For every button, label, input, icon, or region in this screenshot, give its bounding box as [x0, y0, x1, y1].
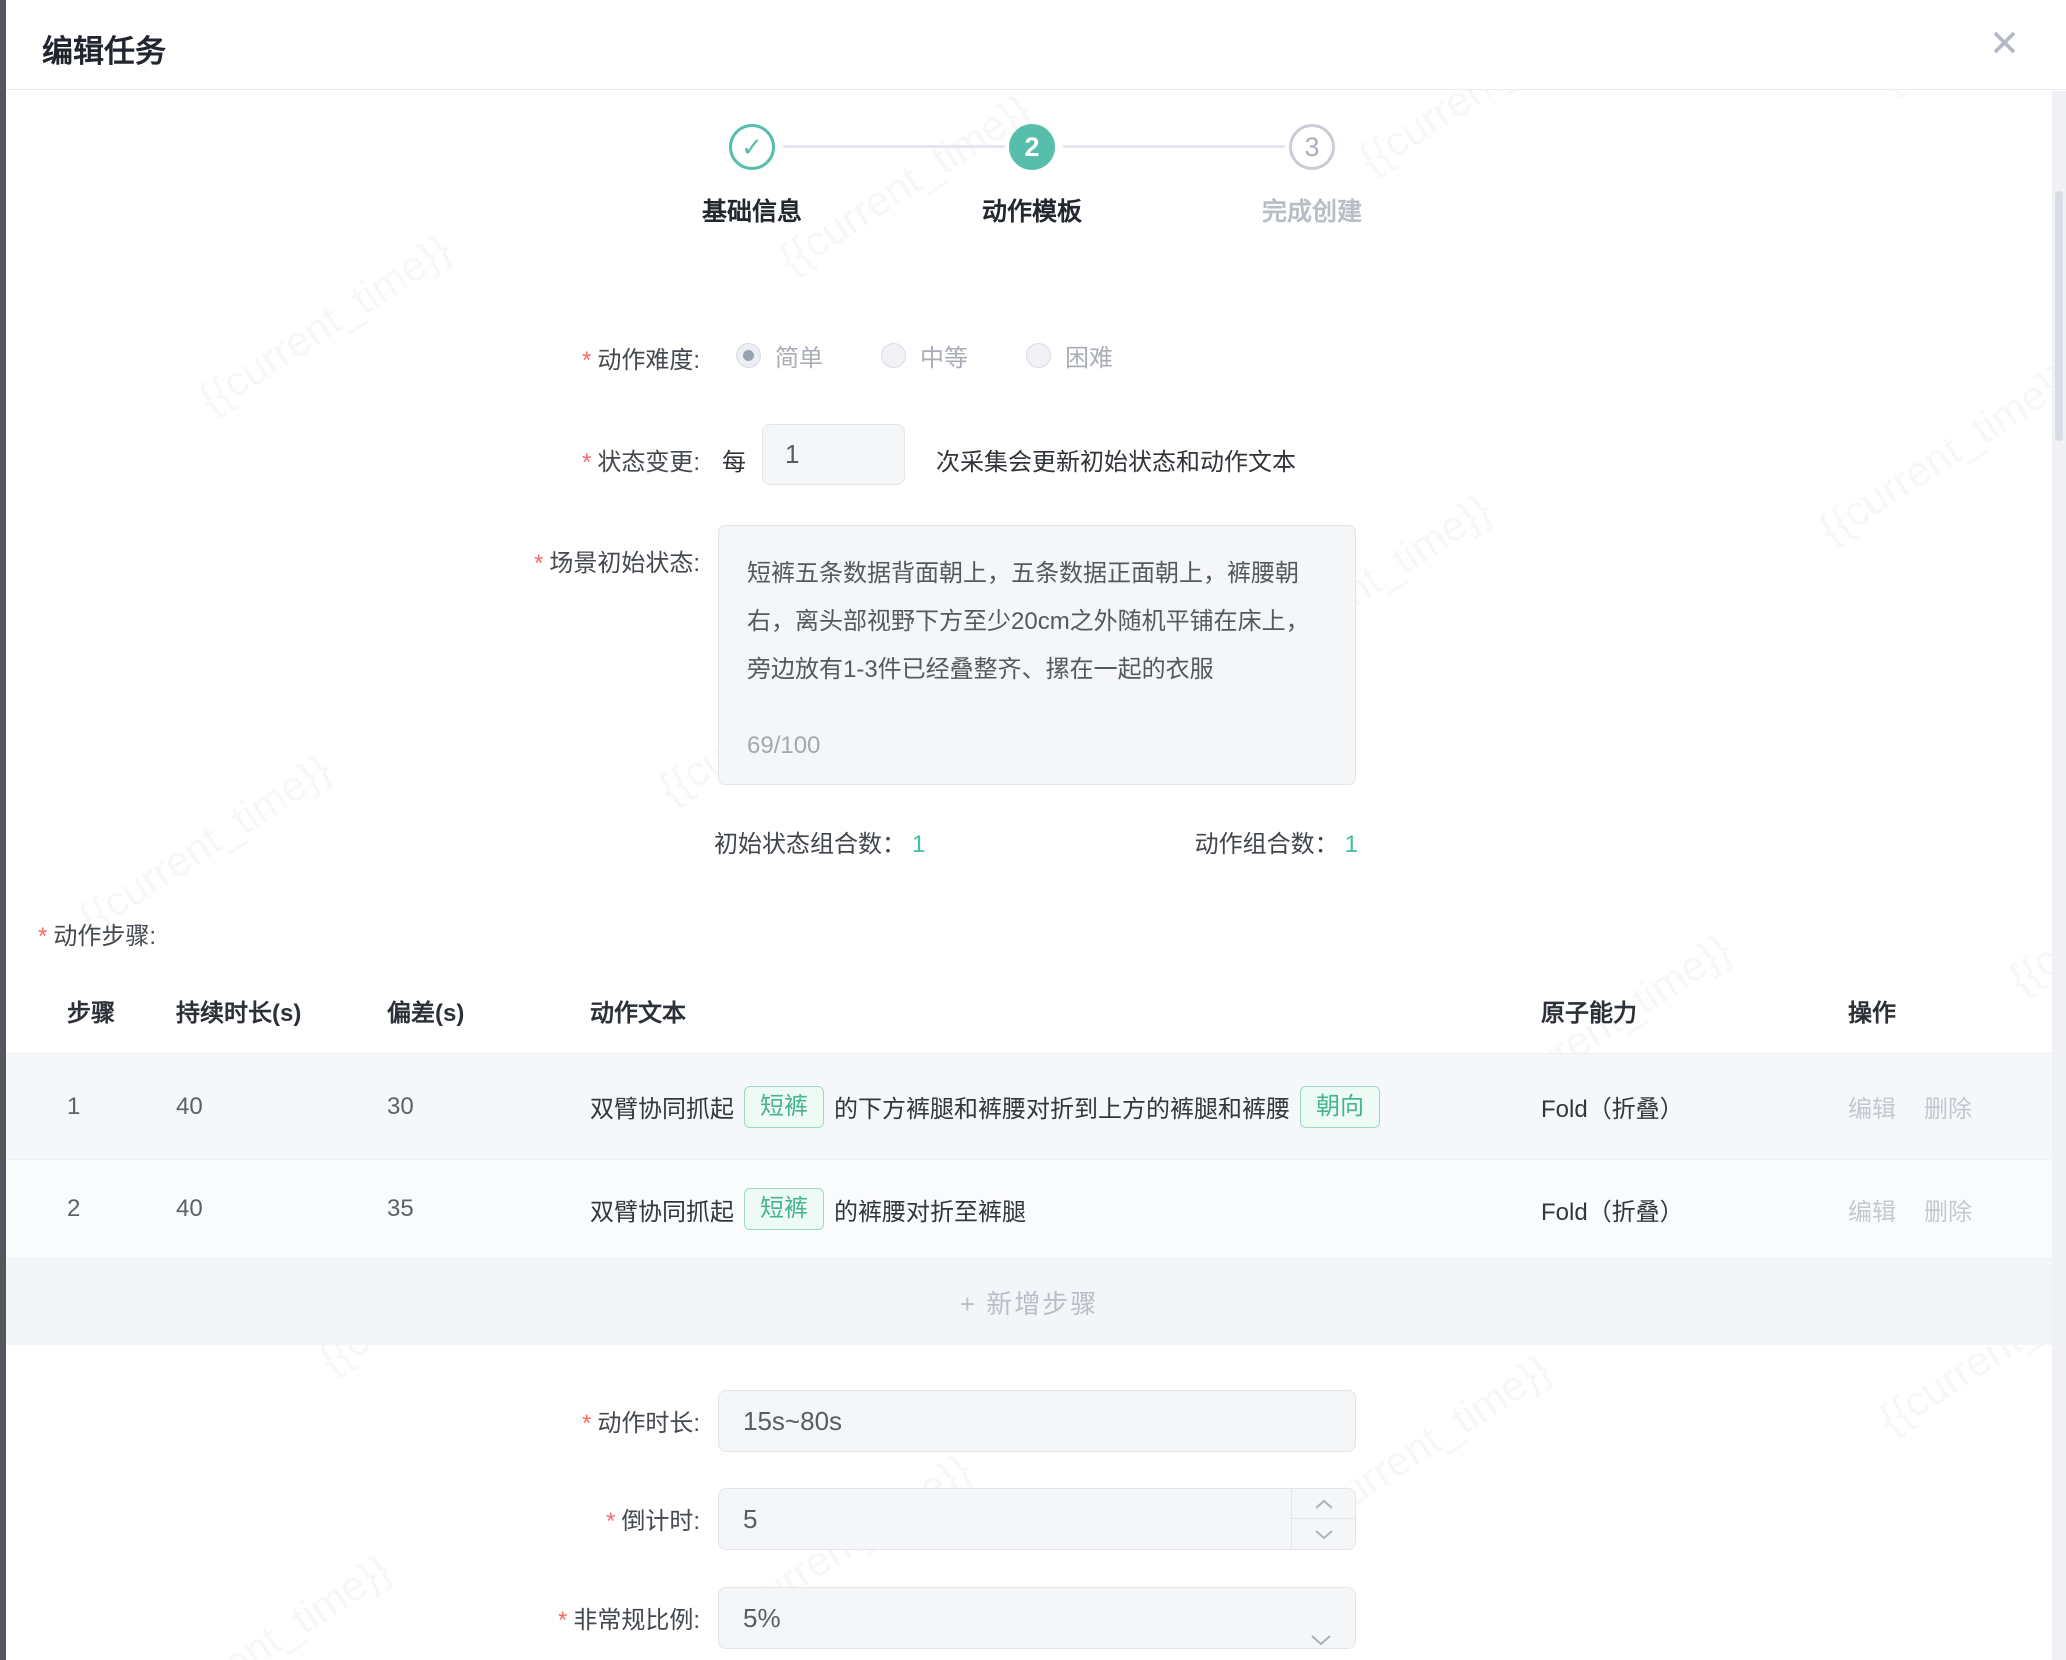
col-step: 步骤 [67, 974, 115, 1054]
col-text: 动作文本 [590, 974, 686, 1054]
initial-combo-value: 1 [912, 831, 925, 858]
cell-actions: 编辑删除 [1848, 1054, 2000, 1159]
action-text-segment: 的下方裤腿和裤腰对折到上方的裤腿和裤腰 [834, 1089, 1290, 1124]
duration-input[interactable]: 15s~80s [718, 1390, 1356, 1452]
dialog-header: 编辑任务 ✕ [6, 0, 2066, 90]
step-2-label: 动作模板 [912, 192, 1152, 228]
action-text-segment: 双臂协同抓起 [590, 1192, 734, 1227]
chevron-up-icon [1314, 1498, 1334, 1510]
close-icon[interactable]: ✕ [1989, 24, 2020, 64]
combo-counts: 初始状态组合数：1 动作组合数：1 [714, 824, 1358, 859]
dialog-title: 编辑任务 [42, 26, 166, 71]
step-3-number: 3 [1304, 132, 1319, 163]
edit-button[interactable]: 编辑 [1848, 1192, 1896, 1227]
initial-combo-count: 初始状态组合数：1 [714, 824, 925, 859]
add-step-button[interactable]: + 新增步骤 [960, 1284, 1098, 1321]
difficulty-label: *动作难度: [0, 340, 700, 375]
scrollbar-track[interactable] [2052, 91, 2066, 1660]
state-change-prefix: 每 [722, 442, 746, 477]
delete-button[interactable]: 删除 [1924, 1089, 1972, 1124]
cell-ability: Fold（折叠） [1541, 1160, 1684, 1258]
cell-actions: 编辑删除 [1848, 1160, 2000, 1258]
cell-ability: Fold（折叠） [1541, 1054, 1684, 1159]
cell-step: 1 [67, 1054, 80, 1159]
col-deviation: 偏差(s) [387, 974, 464, 1054]
cell-deviation: 30 [387, 1054, 414, 1159]
table-footer: + 新增步骤 [6, 1259, 2052, 1345]
radio-hard[interactable]: 困难 [1026, 338, 1113, 373]
step-3-circle: 3 [1289, 124, 1335, 170]
step-1-label: 基础信息 [632, 192, 872, 228]
initial-state-textarea[interactable]: 短裤五条数据背面朝上，五条数据正面朝上，裤腰朝右，离头部视野下方至少20cm之外… [718, 525, 1356, 785]
step-connector-1 [783, 145, 1005, 148]
radio-circle-icon [881, 343, 906, 368]
spinner-up-button[interactable] [1292, 1489, 1355, 1519]
radio-medium[interactable]: 中等 [881, 338, 968, 373]
unusual-rate-value: 5% [743, 1603, 781, 1633]
cell-step: 2 [67, 1160, 80, 1258]
radio-circle-icon [1026, 343, 1051, 368]
cell-action-text: 双臂协同抓起短裤的裤腰对折至裤腿 [590, 1160, 1026, 1258]
cell-duration: 40 [176, 1054, 203, 1159]
step-2-number: 2 [1024, 132, 1039, 163]
col-actions: 操作 [1848, 974, 1896, 1054]
table-row: 2 40 35 双臂协同抓起短裤的裤腰对折至裤腿 Fold（折叠） 编辑删除 [6, 1160, 2052, 1259]
countdown-input[interactable]: 5 [718, 1488, 1356, 1550]
initial-state-label: *场景初始状态: [0, 543, 700, 578]
check-icon: ✓ [741, 132, 763, 163]
countdown-value: 5 [743, 1504, 757, 1534]
steps-table-header: 步骤 持续时长(s) 偏差(s) 动作文本 原子能力 操作 [6, 974, 2052, 1054]
watermark-text: {{current_time}} [70, 745, 339, 943]
step-1-circle: ✓ [729, 124, 775, 170]
table-row: 1 40 30 双臂协同抓起短裤的下方裤腿和裤腰对折到上方的裤腿和裤腰朝向 Fold（折… [6, 1054, 2052, 1160]
initial-state-text: 短裤五条数据背面朝上，五条数据正面朝上，裤腰朝右，离头部视野下方至少20cm之外… [747, 550, 1327, 694]
cell-action-text: 双臂协同抓起短裤的下方裤腿和裤腰对折到上方的裤腿和裤腰朝向 [590, 1054, 1390, 1159]
action-combo-value: 1 [1345, 831, 1358, 858]
object-tag: 朝向 [1300, 1086, 1380, 1128]
step-3-label: 完成创建 [1192, 192, 1432, 228]
edit-task-dialog: {{current_time}} {{current_time}} {{curren… [0, 0, 2066, 1660]
action-steps-label: *动作步骤: [38, 916, 156, 951]
step-2-circle: 2 [1009, 124, 1055, 170]
countdown-label: *倒计时: [0, 1501, 700, 1536]
state-change-suffix: 次采集会更新初始状态和动作文本 [936, 442, 1296, 477]
watermark-text: {{current_time}} [190, 225, 459, 423]
chevron-down-icon [1314, 1528, 1334, 1540]
action-combo-count: 动作组合数：1 [1195, 824, 1358, 859]
delete-button[interactable]: 删除 [1924, 1192, 1972, 1227]
number-spinner [1291, 1489, 1355, 1549]
duration-label: *动作时长: [0, 1403, 700, 1438]
spinner-down-button[interactable] [1292, 1519, 1355, 1549]
radio-easy[interactable]: 简单 [736, 338, 823, 373]
select-chevron-down-icon [1309, 1608, 1333, 1660]
difficulty-radio-group: 简单 中等 困难 [736, 338, 1113, 373]
state-change-input[interactable]: 1 [762, 424, 905, 485]
steps-table: 步骤 持续时长(s) 偏差(s) 动作文本 原子能力 操作 1 40 30 双臂协同抓… [6, 974, 2052, 1345]
step-connector-2 [1063, 145, 1285, 148]
unusual-rate-label: *非常规比例: [0, 1600, 700, 1635]
char-counter: 69/100 [747, 722, 820, 770]
col-ability: 原子能力 [1541, 974, 1637, 1054]
cell-deviation: 35 [387, 1160, 414, 1258]
edit-button[interactable]: 编辑 [1848, 1089, 1896, 1124]
object-tag: 短裤 [744, 1086, 824, 1128]
col-duration: 持续时长(s) [176, 974, 301, 1054]
watermark-text: {{current_time}} [770, 85, 1039, 283]
scrollbar-thumb[interactable] [2055, 191, 2063, 441]
action-text-segment: 的裤腰对折至裤腿 [834, 1192, 1026, 1227]
watermark-text: {{current_time}} [1810, 355, 2066, 553]
radio-circle-icon [736, 343, 761, 368]
action-text-segment: 双臂协同抓起 [590, 1089, 734, 1124]
cell-duration: 40 [176, 1160, 203, 1258]
unusual-rate-select[interactable]: 5% [718, 1587, 1356, 1649]
object-tag: 短裤 [744, 1188, 824, 1230]
state-change-label: *状态变更: [0, 442, 700, 477]
